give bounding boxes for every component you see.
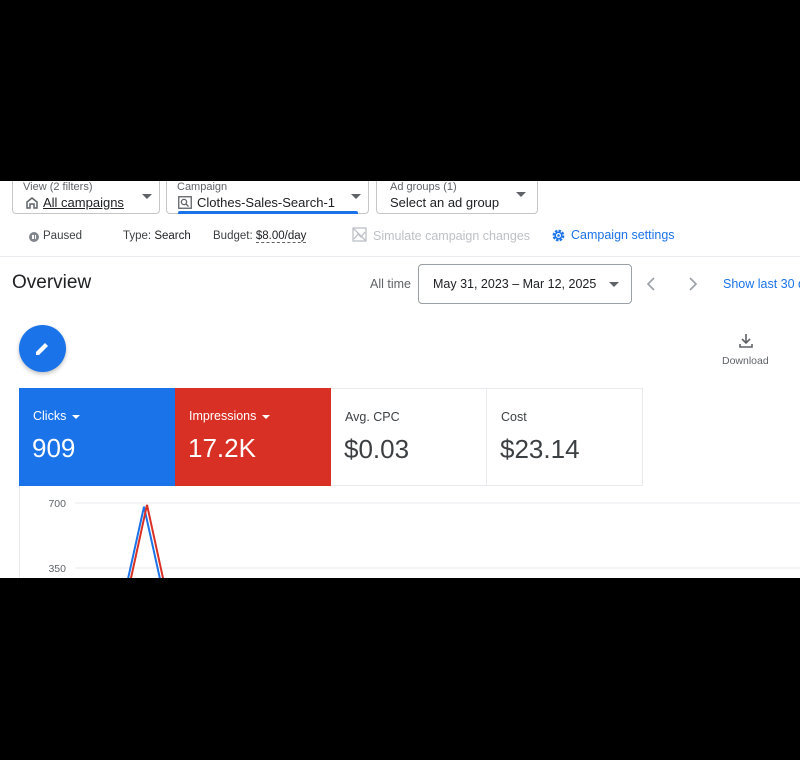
y-tick-label: 700 [48, 498, 66, 510]
metric-card-impressions[interactable]: Impressions 17.2K [175, 388, 331, 486]
chart-svg: 700 350 [48, 498, 800, 578]
campaign-settings-link[interactable]: Campaign settings [571, 228, 675, 242]
download-button[interactable]: Download [718, 333, 774, 373]
campaign-budget: Budget: $8.00/day [213, 230, 307, 243]
metric-label: Avg. CPC [345, 410, 400, 424]
campaign-selector[interactable]: Campaign Clothes-Sales-Search-1 [166, 181, 369, 214]
home-icon [25, 196, 39, 210]
chevron-down-icon [516, 192, 526, 197]
campaign-status: Paused [43, 230, 83, 242]
metric-card-clicks[interactable]: Clicks 909 [19, 388, 175, 486]
edit-button[interactable] [19, 325, 66, 372]
download-icon [738, 333, 754, 349]
selected-underline [178, 211, 358, 214]
metric-label: Impressions [189, 409, 271, 423]
date-range-value: May 31, 2023 – Mar 12, 2025 [433, 277, 597, 291]
metric-card-cost[interactable]: Cost $23.14 [487, 388, 643, 486]
simulate-campaign-changes-button[interactable]: Simulate campaign changes [373, 229, 530, 243]
ad-group-selector-value: Select an ad group [390, 195, 500, 210]
chevron-down-icon [262, 414, 271, 419]
view-selector-label: View (2 filters) [23, 181, 93, 193]
y-tick-label: 350 [48, 563, 66, 575]
metric-value: 17.2K [188, 433, 256, 463]
performance-chart: 700 350 [19, 486, 800, 578]
show-last-30-days-link[interactable]: Show last 30 d [723, 277, 800, 291]
metric-label: Clicks [33, 409, 81, 423]
metric-value: $23.14 [500, 434, 580, 464]
metric-value: 909 [32, 433, 76, 463]
next-range-button[interactable] [686, 276, 700, 292]
budget-value-link[interactable]: $8.00/day [255, 230, 307, 243]
campaign-selector-label: Campaign [177, 181, 228, 193]
ad-group-selector-label: Ad groups (1) [390, 181, 457, 193]
simulate-icon [352, 227, 367, 242]
download-label: Download [722, 355, 769, 367]
campaign-budget-label: Budget: [213, 230, 253, 242]
metric-value: $0.03 [344, 434, 410, 464]
chevron-down-icon [351, 194, 361, 199]
campaign-type-label: Type: [123, 230, 152, 242]
search-campaign-icon [178, 196, 192, 209]
previous-range-button[interactable] [645, 276, 659, 292]
gear-icon [551, 228, 566, 243]
view-selector-value: All campaigns [43, 195, 124, 210]
campaign-overview-page: View (2 filters) All campaigns Campaign … [0, 181, 800, 578]
view-selector[interactable]: View (2 filters) All campaigns [12, 181, 160, 214]
pencil-icon [34, 340, 51, 357]
chevron-down-icon [72, 414, 81, 419]
metric-label: Cost [501, 410, 527, 424]
header-divider [0, 256, 800, 257]
campaign-type: Type: Search [123, 230, 191, 242]
metric-card-avg-cpc[interactable]: Avg. CPC $0.03 [331, 388, 487, 486]
chevron-down-icon [142, 194, 152, 199]
paused-icon [29, 232, 39, 242]
chevron-down-icon [609, 282, 619, 287]
campaign-type-value: Search [154, 230, 191, 242]
date-range-picker[interactable]: May 31, 2023 – Mar 12, 2025 [418, 264, 632, 304]
campaign-selector-value: Clothes-Sales-Search-1 [197, 195, 336, 210]
page-title: Overview [12, 272, 92, 293]
date-range-label: All time [370, 277, 411, 291]
ad-group-selector[interactable]: Ad groups (1) Select an ad group [376, 181, 538, 214]
